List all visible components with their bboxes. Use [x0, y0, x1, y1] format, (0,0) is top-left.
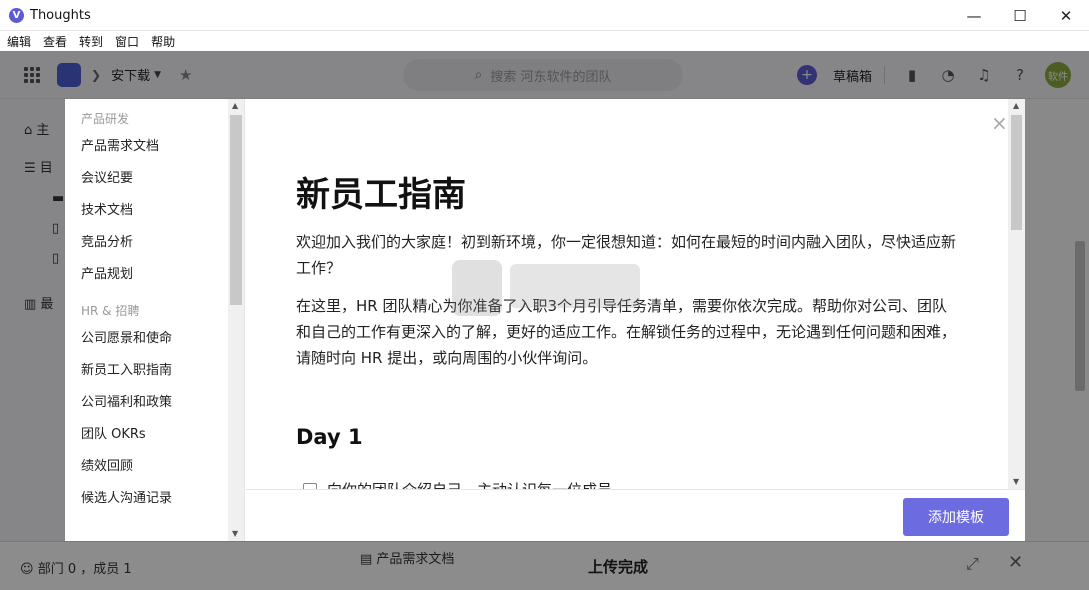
- menu-window[interactable]: 窗口: [115, 33, 139, 50]
- minimize-button[interactable]: —: [951, 0, 997, 31]
- template-item[interactable]: 技术文档: [81, 195, 231, 227]
- menu-edit[interactable]: 编辑: [7, 33, 31, 50]
- template-item-selected[interactable]: 新员工入职指南: [81, 355, 231, 387]
- sidebar-scrollbar[interactable]: ▲ ▼: [228, 99, 244, 541]
- menu-bar: 编辑 查看 转到 窗口 帮助: [0, 31, 1089, 51]
- template-item[interactable]: 产品需求文档: [81, 131, 231, 163]
- app-logo-icon: V: [9, 7, 24, 23]
- template-item[interactable]: 绩效回顾: [81, 451, 231, 483]
- title-bar: V Thoughts — ☐ ✕: [0, 0, 1089, 31]
- template-item[interactable]: 会议纪要: [81, 163, 231, 195]
- scroll-down-icon[interactable]: ▼: [232, 529, 238, 538]
- preview-scrollbar[interactable]: ▲ ▼: [1008, 99, 1025, 489]
- template-item[interactable]: 候选人沟通记录: [81, 483, 231, 515]
- close-window-button[interactable]: ✕: [1043, 0, 1089, 31]
- template-group-title: HR & 招聘: [81, 304, 140, 318]
- template-list: 产品研发 产品需求文档 会议纪要 技术文档 竞品分析 产品规划 HR & 招聘 …: [81, 99, 231, 515]
- preview-title: 新员工指南: [296, 175, 466, 215]
- template-modal: 产品研发 产品需求文档 会议纪要 技术文档 竞品分析 产品规划 HR & 招聘 …: [65, 99, 1025, 541]
- preview-paragraph: 在这里，HR 团队精心为你准备了入职3个月引导任务清单，需要你依次完成。帮助你对…: [296, 297, 957, 367]
- scroll-up-icon[interactable]: ▲: [1013, 101, 1019, 110]
- day-heading: Day 1: [296, 425, 363, 449]
- modal-footer: 添加模板: [246, 489, 1025, 541]
- menu-view[interactable]: 查看: [43, 33, 67, 50]
- template-item[interactable]: 公司愿景和使命: [81, 323, 231, 355]
- template-item[interactable]: 团队 OKRs: [81, 419, 231, 451]
- add-template-button[interactable]: 添加模板: [903, 498, 1009, 536]
- task-text: 向你的团队介绍自己，主动认识每一位成员: [327, 479, 612, 489]
- close-icon[interactable]: ×: [991, 113, 1008, 133]
- template-item[interactable]: 竞品分析: [81, 227, 231, 259]
- template-item[interactable]: 公司福利和政策: [81, 387, 231, 419]
- preview-scroll-thumb[interactable]: [1011, 115, 1022, 230]
- window-title: Thoughts: [30, 7, 91, 23]
- window-controls: — ☐ ✕: [951, 0, 1089, 31]
- task-checkbox-item[interactable]: 向你的团队介绍自己，主动认识每一位成员: [303, 479, 612, 489]
- template-preview: × 新员工指南 欢迎加入我们的大家庭！初到新环境，你一定很想知道：如何在最短的时…: [246, 99, 1025, 489]
- template-sidebar: 产品研发 产品需求文档 会议纪要 技术文档 竞品分析 产品规划 HR & 招聘 …: [65, 99, 245, 541]
- template-item[interactable]: 产品规划: [81, 259, 231, 291]
- menu-goto[interactable]: 转到: [79, 33, 103, 50]
- sidebar-scroll-thumb[interactable]: [230, 115, 242, 305]
- preview-paragraph: 欢迎加入我们的大家庭！初到新环境，你一定很想知道：如何在最短的时间内融入团队，尽…: [296, 233, 957, 277]
- scroll-down-icon[interactable]: ▼: [1013, 477, 1019, 486]
- menu-help[interactable]: 帮助: [151, 33, 175, 50]
- scroll-up-icon[interactable]: ▲: [232, 101, 238, 110]
- template-group-title: 产品研发: [81, 112, 130, 126]
- maximize-button[interactable]: ☐: [997, 0, 1043, 31]
